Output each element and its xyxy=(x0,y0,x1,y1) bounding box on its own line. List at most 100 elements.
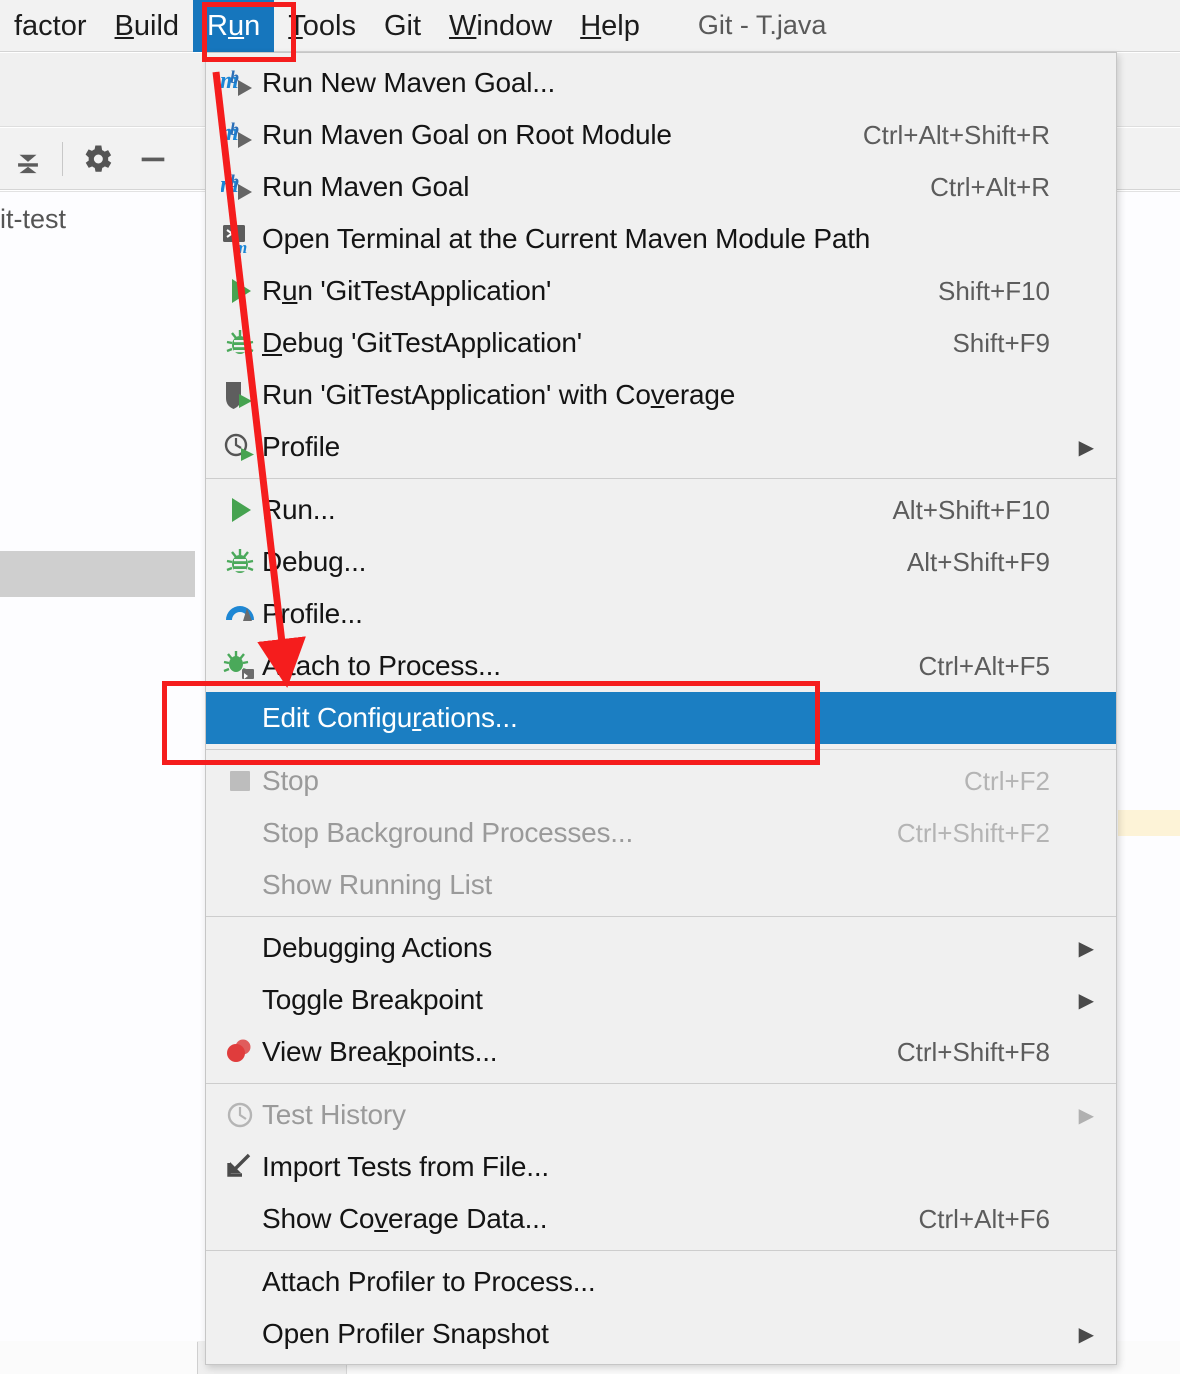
menu-item-label: Debug... xyxy=(262,546,367,577)
menubar-item-help[interactable]: Help xyxy=(566,0,654,52)
profile-clock-run-icon xyxy=(218,426,262,468)
menu-bar[interactable]: factor Build Run Tools Git Window Help Git - T.… xyxy=(0,0,1180,52)
menu-item-view-breakpoints[interactable]: View Breakpoints... Ctrl+Shift+F8 xyxy=(206,1026,1116,1078)
toolbar-divider xyxy=(62,141,63,176)
menu-item-label: Test History xyxy=(262,1099,406,1130)
menu-separator xyxy=(206,478,1116,479)
menu-item-label: View Breakpoints... xyxy=(262,1036,498,1067)
menu-item-show-running-list: Show Running List xyxy=(206,859,1116,911)
menu-item-attach-to-process[interactable]: Attach to Process... Ctrl+Alt+F5 xyxy=(206,640,1116,692)
menu-item-debugging-actions[interactable]: Debugging Actions ▶ xyxy=(206,922,1116,974)
profile-gauge-icon xyxy=(218,593,262,635)
menu-item-test-history: Test History ▶ xyxy=(206,1089,1116,1141)
menu-item-stop-background-processes: Stop Background Processes... Ctrl+Shift+F… xyxy=(206,807,1116,859)
menu-item-shortcut: Ctrl+Alt+Shift+R xyxy=(862,119,1050,150)
history-clock-icon xyxy=(218,1094,262,1136)
menu-item-label: Show Coverage Data... xyxy=(262,1203,548,1234)
submenu-chevron-right-icon: ▶ xyxy=(1078,989,1094,1012)
menu-item-label: Import Tests from File... xyxy=(262,1151,549,1182)
menubar-item-git[interactable]: Git xyxy=(370,0,435,52)
menu-item-label: Attach to Process... xyxy=(262,650,501,681)
collapse-all-icon[interactable] xyxy=(0,128,56,190)
menu-item-shortcut: Ctrl+Alt+F5 xyxy=(918,650,1051,681)
menu-item-label: Attach Profiler to Process... xyxy=(262,1266,596,1297)
menu-item-label: Open Terminal at the Current Maven Modul… xyxy=(262,223,871,254)
menu-item-edit-configurations[interactable]: Edit Configurations... xyxy=(206,692,1116,744)
menu-separator xyxy=(206,1250,1116,1251)
run-green-play-icon xyxy=(218,489,262,531)
menu-item-profile[interactable]: Profile ▶ xyxy=(206,421,1116,473)
menu-item-label: Debug 'GitTestApplication' xyxy=(262,327,582,358)
menubar-item-window[interactable]: Window xyxy=(435,0,566,52)
menu-item-label: Open Profiler Snapshot xyxy=(262,1318,549,1349)
import-arrow-icon xyxy=(218,1146,262,1188)
menu-item-toggle-breakpoint[interactable]: Toggle Breakpoint ▶ xyxy=(206,974,1116,1026)
menu-item-debug[interactable]: Debug... Alt+Shift+F9 xyxy=(206,536,1116,588)
menu-item-label: Run New Maven Goal... xyxy=(262,67,556,98)
menubar-item-build[interactable]: Build xyxy=(101,0,194,52)
run-menu-popup[interactable]: m b Run New Maven Goal... m b Run Maven Goal … xyxy=(205,52,1117,1365)
menu-item-run-gittestapplication[interactable]: Run 'GitTestApplication' Shift+F10 xyxy=(206,265,1116,317)
settings-gear-icon[interactable] xyxy=(69,128,125,190)
menu-item-label: Run... xyxy=(262,494,336,525)
menu-item-shortcut: Shift+F9 xyxy=(952,327,1050,358)
editor-highlight-row xyxy=(1118,810,1180,836)
menu-item-profile[interactable]: Profile... xyxy=(206,588,1116,640)
menu-item-run-maven-goal-on-root-module[interactable]: m b Run Maven Goal on Root Module Ctrl+Alt+… xyxy=(206,109,1116,161)
maven-run-icon: mb xyxy=(218,62,262,104)
menu-item-label: Run 'GitTestApplication' with Coverage xyxy=(262,379,736,410)
hide-icon[interactable] xyxy=(125,128,181,190)
menu-item-run-gittestapplication-with-coverage[interactable]: Run 'GitTestApplication' with Coverage xyxy=(206,369,1116,421)
svg-text:b: b xyxy=(230,119,239,139)
menu-item-shortcut: Ctrl+F2 xyxy=(964,765,1050,796)
no-icon xyxy=(218,697,262,739)
menu-item-run-maven-goal[interactable]: m b Run Maven Goal Ctrl+Alt+R xyxy=(206,161,1116,213)
no-icon xyxy=(218,812,262,854)
menu-item-debug-gittestapplication[interactable]: Debug 'GitTestApplication' Shift+F9 xyxy=(206,317,1116,369)
menu-item-label: Toggle Breakpoint xyxy=(262,984,483,1015)
menu-item-show-coverage-data[interactable]: Show Coverage Data... Ctrl+Alt+F6 xyxy=(206,1193,1116,1245)
terminal-maven-icon: m xyxy=(218,218,262,260)
window-title: Git - T.java xyxy=(697,10,827,40)
run-green-play-icon xyxy=(218,270,262,312)
menu-item-stop: Stop Ctrl+F2 xyxy=(206,755,1116,807)
menu-item-label: Stop xyxy=(262,765,319,796)
menu-item-shortcut: Alt+Shift+F10 xyxy=(892,494,1050,525)
menu-item-label: Run Maven Goal xyxy=(262,171,470,202)
menu-item-shortcut: Alt+Shift+F9 xyxy=(906,546,1050,577)
svg-text:b: b xyxy=(230,67,239,87)
menu-item-shortcut: Shift+F10 xyxy=(937,275,1050,306)
screenshot-root: it-test factor Build Run Tools Git Window Help… xyxy=(0,0,1180,1374)
menu-item-open-terminal-at-the-current-maven-module-path[interactable]: m Open Terminal at the Current Maven Modu… xyxy=(206,213,1116,265)
menu-item-import-tests-from-file[interactable]: Import Tests from File... xyxy=(206,1141,1116,1193)
menubar-item-run[interactable]: Run xyxy=(193,0,275,52)
svg-text:m: m xyxy=(234,238,247,256)
menu-item-run[interactable]: Run... Alt+Shift+F10 xyxy=(206,484,1116,536)
menu-item-open-profiler-snapshot[interactable]: Open Profiler Snapshot ▶ xyxy=(206,1308,1116,1360)
attach-process-icon xyxy=(218,645,262,687)
breakpoint-red-dot-icon xyxy=(218,1031,262,1073)
no-icon xyxy=(218,979,262,1021)
menu-item-shortcut: Ctrl+Alt+F6 xyxy=(918,1203,1051,1234)
menu-item-run-new-maven-goal[interactable]: m b Run New Maven Goal... xyxy=(206,57,1116,109)
menu-separator xyxy=(206,749,1116,750)
menu-item-attach-profiler-to-process[interactable]: Attach Profiler to Process... xyxy=(206,1256,1116,1308)
submenu-chevron-right-icon: ▶ xyxy=(1078,1323,1094,1346)
submenu-chevron-right-icon: ▶ xyxy=(1078,436,1094,459)
menu-item-label: Debugging Actions xyxy=(262,932,493,963)
coverage-shield-icon xyxy=(218,374,262,416)
maven-run-icon: mb xyxy=(218,114,262,156)
bottom-split-divider xyxy=(197,1342,198,1374)
project-tree-selected-row[interactable] xyxy=(0,551,195,597)
menu-item-label: Show Running List xyxy=(262,869,493,900)
menubar-item-tools[interactable]: Tools xyxy=(274,0,370,52)
no-icon xyxy=(218,864,262,906)
stop-square-icon xyxy=(218,760,262,802)
menu-item-label: Profile xyxy=(262,431,340,462)
menu-item-shortcut: Ctrl+Alt+R xyxy=(930,171,1050,202)
menu-item-label: Run 'GitTestApplication' xyxy=(262,275,552,306)
debug-bug-icon xyxy=(218,322,262,364)
submenu-chevron-right-icon: ▶ xyxy=(1078,937,1094,960)
menubar-item-factor[interactable]: factor xyxy=(0,0,101,52)
debug-bug-icon xyxy=(218,541,262,583)
